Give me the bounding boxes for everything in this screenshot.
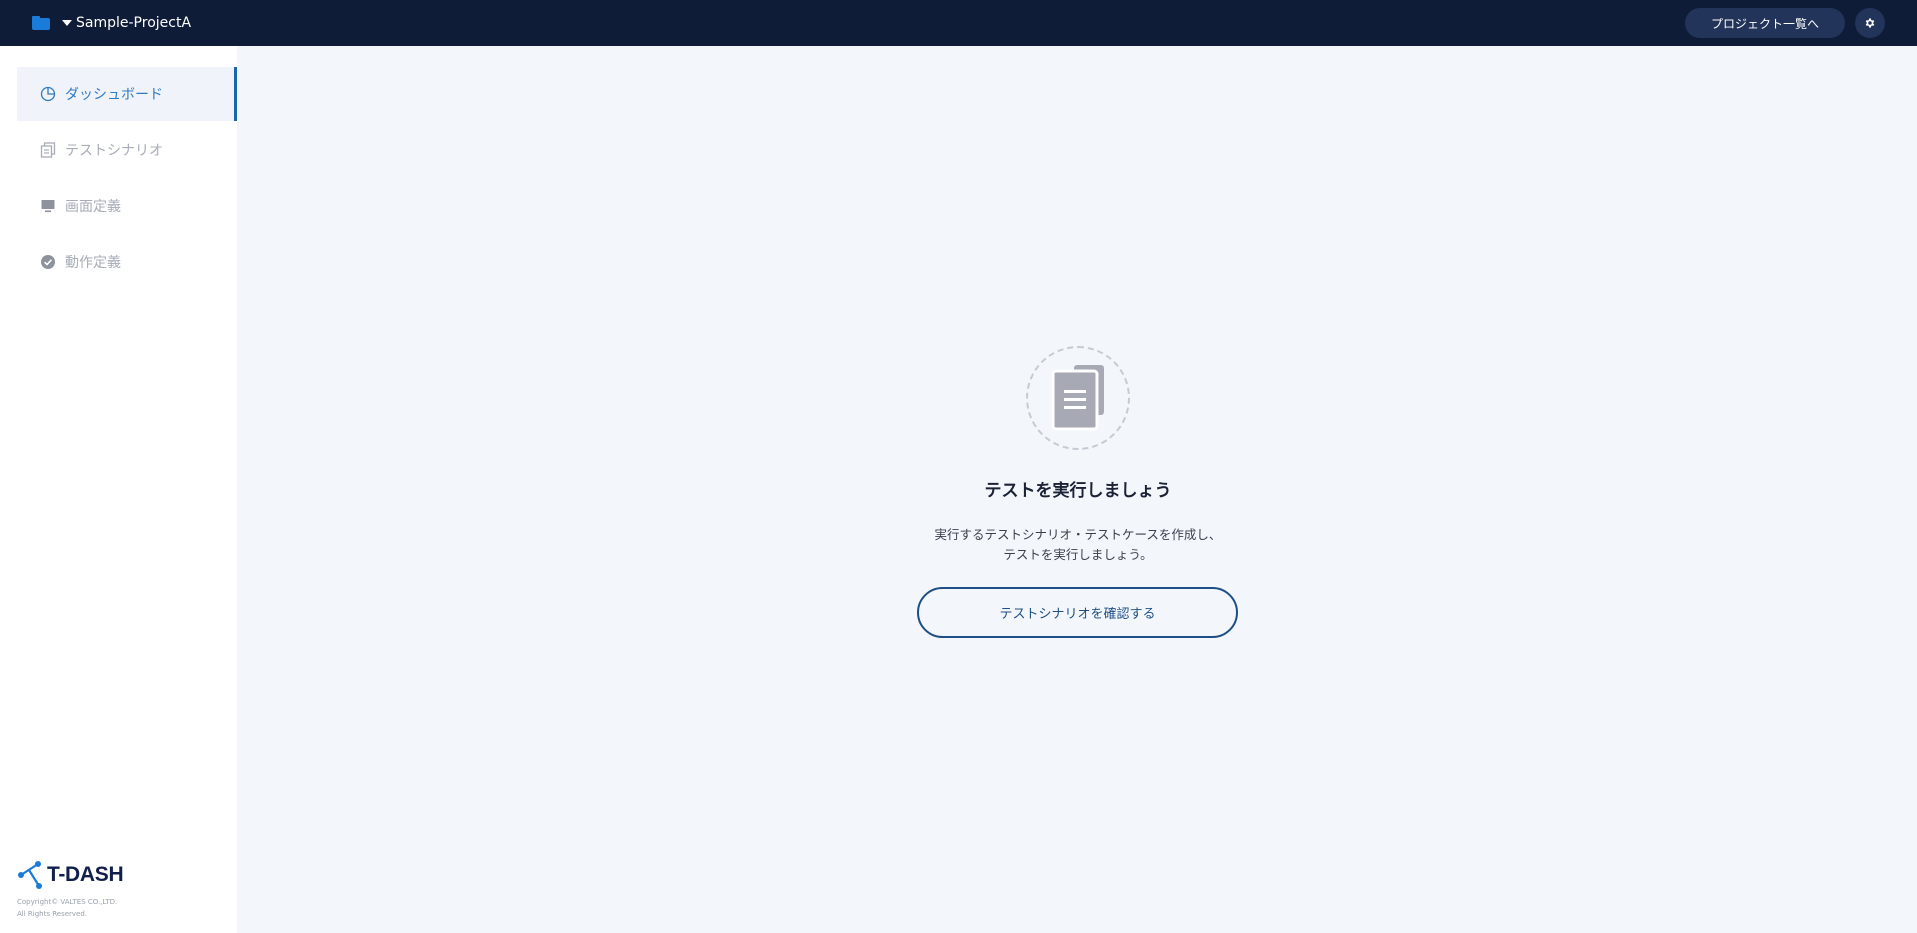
empty-state: テストを実行しましょう 実行するテストシナリオ・テストケースを作成し、 テストを… [237, 46, 1917, 933]
project-switcher[interactable]: Sample-ProjectA [32, 15, 191, 31]
sidebar-item-label: ダッシュボード [65, 87, 163, 103]
logo-text: T-DASH [47, 863, 124, 886]
settings-button[interactable] [1855, 8, 1885, 38]
empty-state-description: 実行するテストシナリオ・テストケースを作成し、 テストを実行しましょう。 [237, 525, 1917, 565]
sidebar-item-label: 画面定義 [65, 199, 121, 215]
description-line: 実行するテストシナリオ・テストケースを作成し、 [934, 527, 1222, 542]
brand-area: T-DASH Copyright© VALTES CO.,LTD. All Ri… [17, 860, 124, 920]
folder-icon [32, 16, 50, 30]
description-line: テストを実行しましょう。 [1003, 547, 1153, 562]
sidebar-item-dashboard[interactable]: ダッシュボード [17, 67, 237, 121]
network-node-icon [18, 861, 42, 889]
gear-icon [1865, 18, 1875, 28]
sidebar: ダッシュボード テストシナリオ 画面定義 動作定義 T-DASH Copyrig… [0, 46, 237, 933]
main-content: テストを実行しましょう 実行するテストシナリオ・テストケースを作成し、 テストを… [237, 46, 1917, 933]
copyright-line: Copyright© VALTES CO.,LTD. [17, 898, 118, 906]
copyright-line: All Rights Reserved. [17, 910, 88, 918]
caret-down-icon [62, 20, 72, 26]
top-bar: Sample-ProjectA プロジェクト一覧へ [0, 0, 1917, 46]
monitor-icon [41, 200, 55, 213]
empty-state-icon-circle [1026, 346, 1130, 450]
empty-state-title: テストを実行しましょう [984, 481, 1172, 501]
sidebar-item-action-definition[interactable]: 動作定義 [17, 235, 237, 289]
view-test-scenarios-button[interactable]: テストシナリオを確認する [917, 587, 1238, 638]
sidebar-item-test-scenario[interactable]: テストシナリオ [17, 123, 237, 177]
document-stack-icon [1051, 365, 1104, 431]
check-circle-icon [41, 255, 55, 269]
project-list-button[interactable]: プロジェクト一覧へ [1685, 8, 1845, 38]
copyright: Copyright© VALTES CO.,LTD. All Rights Re… [17, 896, 123, 920]
sidebar-item-label: 動作定義 [65, 255, 121, 271]
sidebar-item-label: テストシナリオ [65, 143, 163, 159]
documents-icon [40, 142, 56, 158]
pie-chart-icon [40, 86, 56, 102]
t-dash-logo: T-DASH [17, 860, 124, 890]
project-name: Sample-ProjectA [76, 15, 192, 31]
sidebar-item-screen-definition[interactable]: 画面定義 [17, 179, 237, 233]
